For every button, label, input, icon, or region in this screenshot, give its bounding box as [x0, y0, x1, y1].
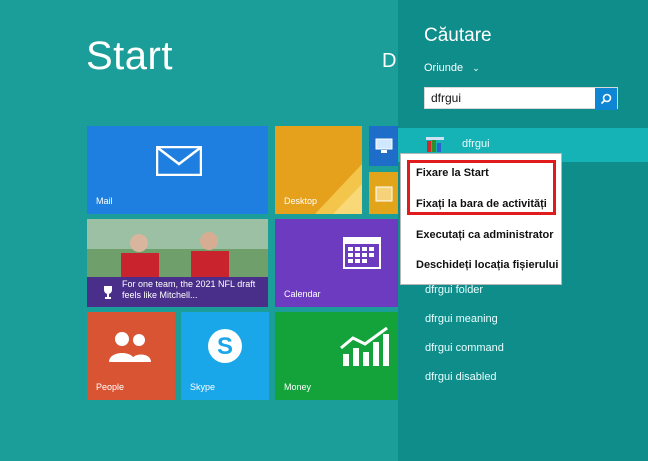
start-title: Start [86, 34, 173, 78]
search-button[interactable] [595, 88, 617, 110]
search-result-label: dfrgui [462, 138, 490, 150]
search-input[interactable]: dfrgui [424, 87, 618, 110]
tile-file-explorer[interactable] [369, 172, 398, 214]
tile-calendar-label: Calendar [284, 289, 321, 299]
context-menu: Fixare la Start Fixați la bara de activi… [400, 153, 562, 285]
tile-desktop-label: Desktop [284, 196, 318, 206]
tile-desktop[interactable]: Desktop [275, 126, 362, 214]
folder-icon [375, 186, 393, 202]
tile-money-label: Money [284, 382, 312, 392]
people-icon [109, 332, 151, 362]
mail-icon [156, 146, 202, 176]
tile-skype-label: Skype [190, 382, 216, 392]
search-suggestion[interactable]: dfrgui disabled [425, 371, 497, 383]
money-chart-icon [340, 326, 389, 366]
user-account-letter[interactable]: D [382, 50, 396, 73]
search-scope-label: Oriunde [424, 62, 464, 74]
tile-people[interactable]: People [87, 312, 175, 400]
search-suggestion[interactable]: dfrgui command [425, 342, 504, 354]
trophy-icon [104, 286, 112, 299]
tile-money[interactable]: Money [275, 312, 398, 400]
tile-skype[interactable]: S Skype [181, 312, 269, 400]
tile-news-headline: For one team, the 2021 NFL draft feels l… [122, 279, 256, 300]
search-scope-dropdown[interactable]: Oriunde ⌄ [424, 62, 480, 74]
tile-calendar[interactable]: Calendar [275, 219, 398, 307]
tile-news[interactable]: For one team, the 2021 NFL draft feels l… [87, 219, 268, 307]
search-icon [600, 93, 612, 105]
menu-item-pin-to-start[interactable]: Fixare la Start [416, 167, 489, 179]
menu-item-run-as-admin[interactable]: Executați ca administrator [416, 229, 554, 241]
search-suggestion[interactable]: dfrgui folder [425, 284, 483, 296]
dfrgui-app-icon [426, 137, 444, 152]
skype-icon: S [208, 329, 242, 363]
computer-icon [375, 138, 393, 153]
search-input-value: dfrgui [431, 91, 462, 105]
tile-mail[interactable]: Mail [87, 126, 268, 214]
tile-people-label: People [96, 382, 125, 392]
calendar-icon [343, 237, 381, 269]
search-title: Căutare [424, 25, 492, 46]
menu-item-pin-to-taskbar[interactable]: Fixați la bara de activități [416, 198, 547, 210]
search-suggestion[interactable]: dfrgui meaning [425, 313, 498, 325]
start-screen: Start D Mail Desktop For one team, the 2… [0, 0, 398, 461]
chevron-down-icon: ⌄ [472, 63, 480, 73]
menu-item-open-file-location[interactable]: Deschideți locația fișierului [416, 259, 558, 271]
svg-text:S: S [217, 333, 233, 360]
tile-computer[interactable] [369, 126, 398, 166]
tile-mail-label: Mail [96, 196, 113, 206]
